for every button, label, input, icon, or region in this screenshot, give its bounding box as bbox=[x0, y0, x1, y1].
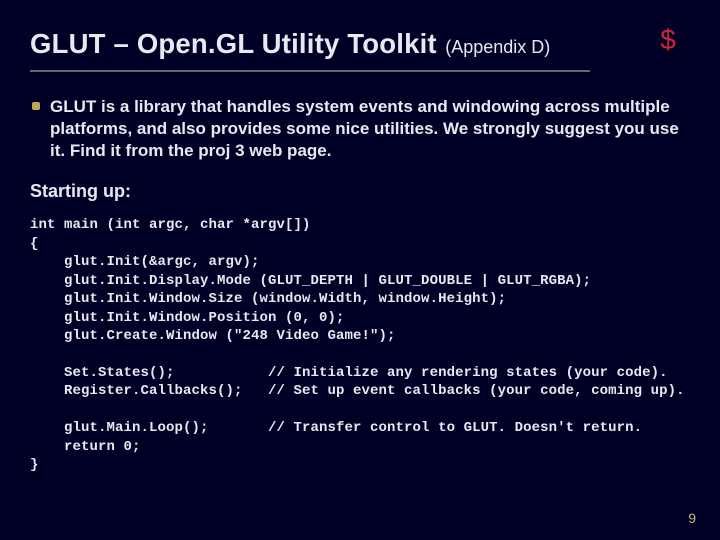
page-title: GLUT – Open.GL Utility Toolkit bbox=[30, 28, 437, 59]
code-block: int main (int argc, char *argv[]) { glut… bbox=[30, 216, 690, 475]
slide: GLUT – Open.GL Utility Toolkit (Appendix… bbox=[0, 0, 720, 540]
page-number: 9 bbox=[688, 510, 696, 526]
title-block: GLUT – Open.GL Utility Toolkit (Appendix… bbox=[30, 28, 550, 60]
bullet-icon bbox=[32, 102, 40, 110]
title-underline bbox=[30, 70, 590, 72]
bullet-text: GLUT is a library that handles system ev… bbox=[50, 96, 690, 161]
title-row: GLUT – Open.GL Utility Toolkit (Appendix… bbox=[30, 22, 690, 66]
page-subtitle: (Appendix D) bbox=[445, 37, 550, 57]
logo-icon: $ bbox=[646, 18, 690, 62]
section-heading: Starting up: bbox=[30, 181, 690, 202]
bullet-item: GLUT is a library that handles system ev… bbox=[30, 96, 690, 161]
